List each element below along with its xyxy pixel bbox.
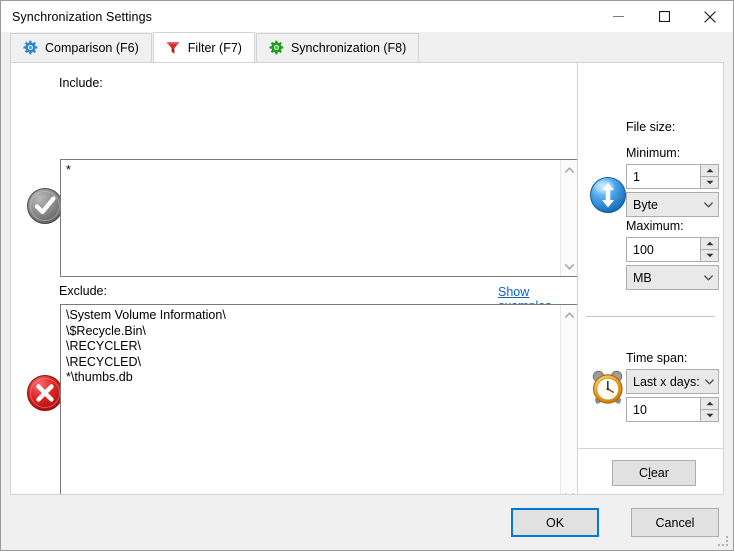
time-span-spin-buttons[interactable] [700, 398, 718, 421]
spin-down-icon [706, 180, 714, 185]
maximum-size-unit-value: MB [627, 271, 698, 285]
exclude-label: Exclude: [59, 284, 107, 298]
chevron-down-icon[interactable] [698, 275, 718, 281]
cancel-button[interactable]: Cancel [631, 508, 719, 537]
maximize-icon [659, 11, 670, 22]
maximum-size-spin-buttons[interactable] [700, 238, 718, 261]
ok-button[interactable]: OK [511, 508, 599, 537]
clear-button[interactable]: Clear [612, 460, 696, 486]
window-title: Synchronization Settings [1, 10, 152, 24]
spin-down-icon [706, 253, 714, 258]
minimum-size-spinner[interactable]: 1 [626, 164, 719, 189]
tab-comparison-label: Comparison (F6) [45, 41, 139, 55]
include-label: Include: [59, 76, 103, 90]
spin-down-button[interactable] [701, 177, 718, 189]
tab-filter-label: Filter (F7) [188, 41, 242, 55]
time-span-days-spinner[interactable]: 10 [626, 397, 719, 422]
minimum-size-unit-value: Byte [627, 198, 698, 212]
close-icon [704, 11, 716, 23]
minimum-size-unit-combo[interactable]: Byte [626, 192, 719, 217]
filter-panel: Include: * [10, 62, 724, 495]
scroll-down-icon[interactable] [561, 488, 578, 495]
right-pane-divider [586, 316, 715, 317]
dialog-footer: OK Cancel [1, 495, 733, 550]
maximize-button[interactable] [641, 1, 687, 32]
scroll-up-icon[interactable] [561, 307, 578, 322]
red-cross-icon[interactable] [26, 374, 64, 412]
green-gear-icon [268, 40, 284, 56]
spin-down-icon [706, 413, 714, 418]
tab-filter[interactable]: Filter (F7) [153, 32, 255, 62]
spin-down-button[interactable] [701, 250, 718, 262]
close-button[interactable] [687, 1, 733, 32]
exclude-filter-textarea[interactable]: \System Volume Information\ \$Recycle.Bi… [60, 304, 578, 495]
maximum-size-value[interactable]: 100 [627, 238, 700, 261]
minimize-button[interactable] [595, 1, 641, 32]
time-span-mode-value: Last x days: [627, 375, 700, 389]
filter-left-pane: Include: * [11, 63, 577, 494]
tab-synchronization[interactable]: Synchronization (F8) [256, 33, 419, 62]
minimum-size-value[interactable]: 1 [627, 165, 700, 188]
caption-button-group [595, 1, 733, 32]
spin-down-button[interactable] [701, 410, 718, 422]
chevron-down-icon[interactable] [700, 379, 720, 385]
minimum-size-spin-buttons[interactable] [700, 165, 718, 188]
chevron-down-icon[interactable] [698, 202, 718, 208]
spin-up-icon [706, 168, 714, 173]
tab-synchronization-label: Synchronization (F8) [291, 41, 406, 55]
clear-button-label-suffix: ear [651, 466, 669, 480]
maximum-size-spinner[interactable]: 100 [626, 237, 719, 262]
tab-comparison[interactable]: Comparison (F6) [10, 33, 152, 62]
red-funnel-icon [165, 40, 181, 56]
scroll-down-icon[interactable] [561, 259, 578, 274]
scroll-up-icon[interactable] [561, 162, 578, 177]
include-filter-value: * [61, 160, 560, 276]
alarm-clock-icon [589, 368, 627, 406]
exclude-filter-value: \System Volume Information\ \$Recycle.Bi… [61, 305, 560, 495]
tab-strip: Comparison (F6) Filter (F7) Synchronizat… [1, 32, 733, 62]
gray-checkmark-icon[interactable] [26, 187, 64, 225]
filter-right-pane: File size: Minimum: 1 [577, 63, 723, 494]
right-pane-bottom-divider [578, 448, 723, 449]
maximum-size-unit-combo[interactable]: MB [626, 265, 719, 290]
blue-gear-icon [22, 40, 38, 56]
spin-up-icon [706, 241, 714, 246]
resize-grip-icon[interactable] [718, 536, 730, 548]
spin-up-button[interactable] [701, 165, 718, 177]
minimize-icon [613, 11, 624, 22]
include-scrollbar[interactable] [560, 160, 577, 276]
time-span-days-value[interactable]: 10 [627, 398, 700, 421]
exclude-scrollbar[interactable] [560, 305, 577, 495]
time-span-group-label: Time span: [626, 351, 687, 365]
time-span-mode-combo[interactable]: Last x days: [626, 369, 719, 394]
spin-up-icon [706, 401, 714, 406]
include-filter-textarea[interactable]: * [60, 159, 578, 277]
minimum-label: Minimum: [626, 146, 680, 160]
title-bar: Synchronization Settings [1, 1, 733, 32]
maximum-label: Maximum: [626, 219, 684, 233]
spin-up-button[interactable] [701, 238, 718, 250]
file-size-group-label: File size: [626, 120, 675, 134]
spin-up-button[interactable] [701, 398, 718, 410]
clear-button-label-prefix: C [639, 466, 648, 480]
blue-updown-arrow-icon [589, 176, 627, 214]
synchronization-settings-dialog: Synchronization Settings [0, 0, 734, 551]
